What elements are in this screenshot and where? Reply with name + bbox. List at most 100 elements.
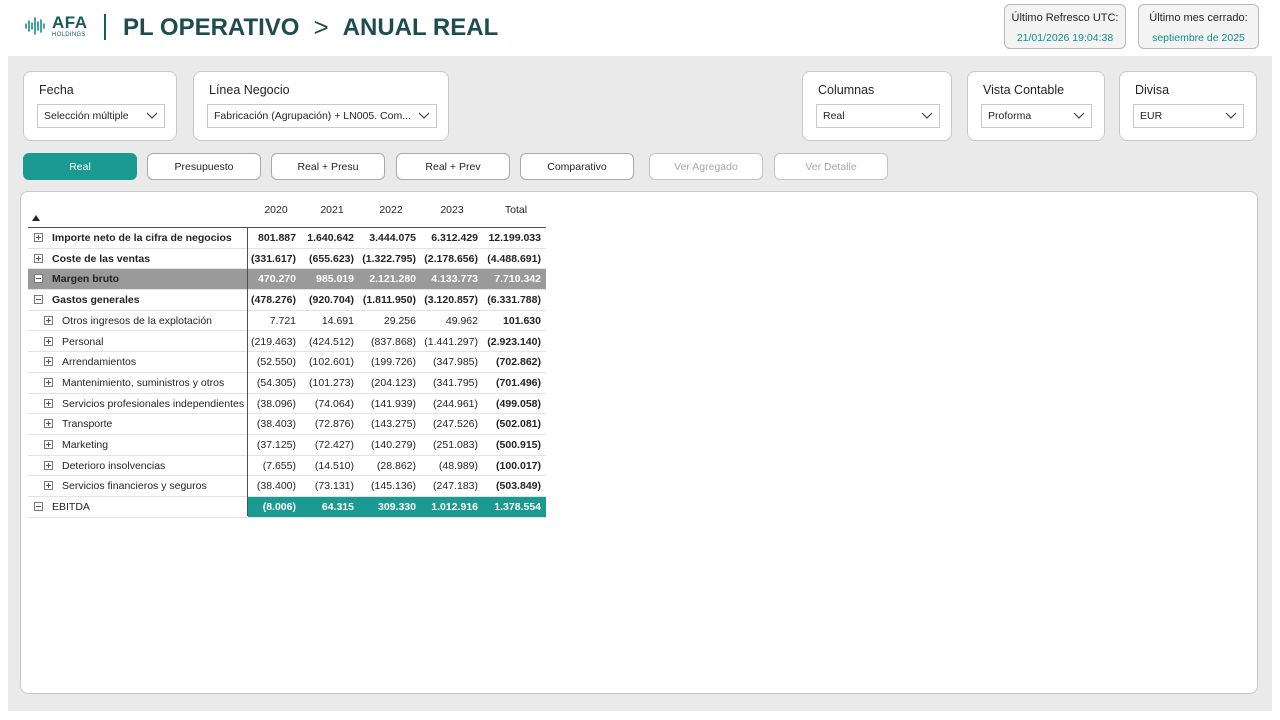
cell-value-total: (499.058) — [496, 397, 541, 410]
table-row: Mantenimiento, suministros y otros (54.30… — [28, 373, 546, 394]
tab-presupuesto[interactable]: Presupuesto — [147, 153, 261, 180]
plus-box-icon[interactable] — [44, 336, 53, 346]
slicer-linea-negocio-dropdown[interactable]: Fabricación (Agrupación) + LN005. Com... — [207, 104, 437, 128]
cell-value-2021: (920.704) — [309, 294, 354, 307]
tab-real-presu[interactable]: Real + Presu — [271, 153, 385, 180]
row-label: Personal — [62, 335, 104, 348]
cell-value-2022: (204.123) — [371, 376, 416, 389]
slicer-vista-contable: Vista Contable Proforma — [967, 71, 1105, 141]
slicer-vista-contable-dropdown[interactable]: Proforma — [981, 104, 1092, 128]
row-label: Arrendamientos — [62, 356, 137, 369]
minus-box-icon[interactable] — [34, 295, 43, 305]
slicer-divisa-dropdown[interactable]: EUR — [1133, 104, 1244, 128]
column-header-2020[interactable]: 2020 — [258, 204, 294, 216]
tab-comparativo[interactable]: Comparativo — [520, 153, 634, 180]
cell-value-total: (4.488.691) — [487, 252, 541, 265]
chevron-down-icon — [1225, 112, 1237, 119]
cell-value-total: (502.081) — [496, 418, 541, 431]
cell-value-total: 1.378.554 — [494, 501, 541, 514]
cell-value-2022: 2.121.280 — [369, 273, 416, 286]
cell-value-total: (2.923.140) — [487, 335, 541, 348]
slicer-vista-contable-title: Vista Contable — [983, 83, 1065, 97]
sort-ascending-icon[interactable] — [32, 215, 40, 221]
row-header-divider — [247, 228, 248, 516]
cell-value-2020: (54.305) — [256, 376, 296, 389]
last-closed-month-card: Último mes cerrado: septiembre de 2025 — [1138, 4, 1259, 49]
table-row: Margen bruto 470.270 985.019 2.121.280 4.133… — [28, 269, 546, 291]
tab-real[interactable]: Real — [23, 153, 137, 180]
cell-value-2023: (244.961) — [433, 397, 478, 410]
cell-value-2022: (145.136) — [371, 480, 416, 493]
column-header-total[interactable]: Total — [498, 204, 534, 216]
plus-box-icon[interactable] — [34, 253, 43, 263]
ver-agregado-button[interactable]: Ver Agregado — [649, 153, 763, 180]
cell-value-2020: (331.617) — [251, 252, 296, 265]
row-label: EBITDA — [52, 501, 90, 514]
slicer-fecha-dropdown[interactable]: Selección múltiple — [37, 104, 165, 128]
plus-box-icon[interactable] — [44, 440, 53, 449]
row-label: Coste de las ventas — [52, 252, 151, 265]
cell-value-total: (6.331.788) — [487, 294, 541, 307]
logo-name: AFA — [52, 13, 88, 32]
row-label: Servicios profesionales independientes — [62, 397, 245, 410]
table-row: Marketing (37.125) (72.427) (140.279) (251.0… — [28, 435, 546, 456]
row-label: Servicios financieros y seguros — [62, 480, 207, 493]
header: AFA HOLDINGS PL OPERATIVO > ANUAL REAL Ú… — [0, 0, 1280, 56]
logo-subtitle: HOLDINGS — [52, 32, 86, 38]
slicer-columnas-title: Columnas — [818, 83, 875, 97]
cell-value-2022: (1.322.795) — [362, 252, 416, 265]
cell-value-total: (100.017) — [496, 459, 541, 472]
table-row: Servicios profesionales independientes (3… — [28, 394, 546, 415]
cell-value-2023: (341.795) — [433, 376, 478, 389]
cell-value-2022: 29.256 — [383, 314, 416, 327]
cell-value-total: (503.849) — [496, 480, 541, 493]
plus-box-icon[interactable] — [44, 315, 53, 325]
minus-box-icon[interactable] — [34, 502, 43, 512]
table-row: Otros ingresos de la explotación 7.721 14.… — [28, 311, 546, 332]
plus-box-icon[interactable] — [44, 460, 53, 470]
cell-value-total: (701.496) — [496, 376, 541, 389]
slicer-columnas-dropdown[interactable]: Real — [816, 104, 940, 128]
last-refresh-card: Último Refresco UTC: 21/01/2026 19:04:38 — [1004, 4, 1126, 49]
cell-value-2021: 14.691 — [321, 314, 354, 327]
cell-value-2023: 4.133.773 — [431, 273, 478, 286]
column-header-2022[interactable]: 2022 — [373, 204, 409, 216]
slicer-columnas: Columnas Real — [802, 71, 952, 141]
cell-value-total: 7.710.342 — [494, 273, 541, 286]
cell-value-2022: (837.868) — [371, 335, 416, 348]
column-header-2021[interactable]: 2021 — [314, 204, 350, 216]
plus-box-icon[interactable] — [44, 377, 53, 387]
minus-box-icon[interactable] — [34, 274, 43, 284]
slicer-linea-negocio: Línea Negocio Fabricación (Agrupación) +… — [193, 71, 449, 141]
row-label: Deterioro insolvencias — [62, 459, 166, 472]
plus-box-icon[interactable] — [44, 398, 53, 408]
cell-value-total: 101.630 — [503, 314, 541, 327]
slicer-fecha: Fecha Selección múltiple — [23, 71, 177, 141]
cell-value-2021: (655.623) — [309, 252, 354, 265]
table-row: Gastos generales (478.276) (920.704) (1.811… — [28, 290, 546, 311]
plus-box-icon[interactable] — [44, 419, 53, 429]
slicer-divisa: Divisa EUR — [1119, 71, 1257, 141]
cell-value-2021: 985.019 — [316, 273, 354, 286]
row-label: Mantenimiento, suministros y otros — [62, 376, 225, 389]
plus-box-icon[interactable] — [44, 357, 53, 367]
slicer-fecha-value: Selección múltiple — [44, 110, 129, 122]
cell-value-2020: (8.006) — [262, 501, 296, 514]
header-divider — [104, 14, 106, 40]
column-header-2023[interactable]: 2023 — [434, 204, 470, 216]
plus-box-icon[interactable] — [44, 481, 53, 491]
table-row: Servicios financieros y seguros (38.400) (… — [28, 476, 546, 498]
cell-value-total: 12.199.033 — [488, 232, 541, 244]
plus-box-icon[interactable] — [34, 233, 43, 242]
ver-detalle-button[interactable]: Ver Detalle — [774, 153, 888, 180]
cell-value-2021: (14.510) — [314, 459, 354, 472]
chevron-down-icon — [418, 112, 430, 119]
cell-value-2022: (141.939) — [371, 397, 416, 410]
cell-value-2023: 6.312.429 — [431, 232, 478, 244]
tab-real-prev[interactable]: Real + Prev — [396, 153, 510, 180]
cell-value-2023: (3.120.857) — [424, 294, 478, 307]
page-title-view: ANUAL REAL — [342, 13, 499, 41]
cell-value-2021: 1.640.642 — [307, 232, 354, 244]
chevron-down-icon — [921, 112, 933, 119]
breadcrumb-separator-icon: > — [313, 12, 329, 42]
